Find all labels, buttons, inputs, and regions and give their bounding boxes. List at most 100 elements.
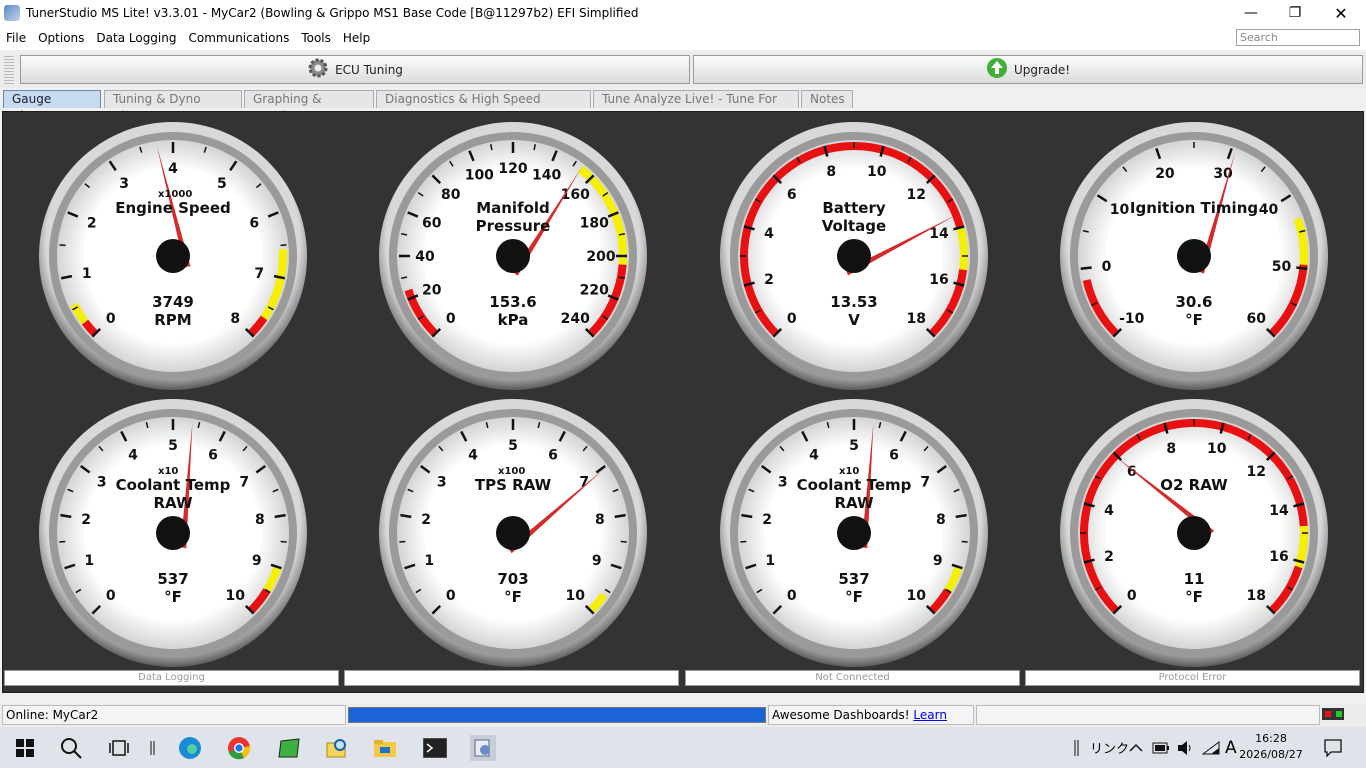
menu-options[interactable]: Options xyxy=(38,31,84,45)
menu-bar: File Options Data Logging Communications… xyxy=(0,26,1366,50)
up-arrow-icon xyxy=(986,57,1008,82)
gauge-tick-label: 9 xyxy=(933,553,943,569)
gauge-minor-tick xyxy=(280,244,287,247)
upgrade-label: Upgrade! xyxy=(1013,62,1071,77)
gauge-tick-label: 2 xyxy=(87,215,97,231)
gauge-engine-speed[interactable]: 0 1 2 3 4 5 6 7 8 x1000 Engine Speed 3749 RPM xyxy=(38,121,308,391)
progress-fill xyxy=(349,708,765,722)
gauge-tick-label: 7 xyxy=(920,474,930,490)
gauge-tick-label: 4 xyxy=(168,161,178,177)
tab-diagnostics[interactable]: Diagnostics & High Speed Loggers xyxy=(376,90,591,123)
gauge-hub xyxy=(156,516,190,550)
gauge-tick-label: 8 xyxy=(826,164,836,180)
gauge-title: O2 RAW xyxy=(1160,476,1228,494)
gauge-tick-label: 4 xyxy=(764,226,774,242)
upgrade-button[interactable]: Upgrade! xyxy=(693,55,1363,84)
tab-notes[interactable]: Notes xyxy=(801,90,853,108)
gauge-value: 13.53 xyxy=(830,293,878,311)
toolbar-grip[interactable] xyxy=(4,56,14,84)
gauge-tick-label: 6 xyxy=(249,215,259,231)
gauge-tps-raw[interactable]: 0 1 2 3 4 5 6 7 8 9 10 x100 TPS RAW 703 °F xyxy=(378,398,648,668)
battery-icon[interactable] xyxy=(1152,727,1170,768)
gauge-tick-label: 9 xyxy=(592,553,602,569)
gauge-tick-label: 5 xyxy=(217,176,227,192)
gauge-coolant-temp-raw[interactable]: 0 1 2 3 4 5 6 7 8 9 10 x10 Coolant Temp RAW 537 °F xyxy=(38,398,308,668)
gauge-dial: 012345678910 xyxy=(379,399,647,667)
gauge-hub xyxy=(837,516,871,550)
gauge-coolant-temp-raw-2[interactable]: 0 1 2 3 4 5 6 7 8 9 10 x10 Coolant Temp RAW 537 °F xyxy=(719,398,989,668)
gauge-tick-label: 1 xyxy=(84,553,94,569)
menu-data-logging[interactable]: Data Logging xyxy=(96,31,176,45)
volume-icon[interactable] xyxy=(1176,727,1194,768)
gauge-tick-label: 200 xyxy=(586,249,615,265)
gauge-hub xyxy=(1177,239,1211,273)
ecu-tuning-label: ECU Tuning xyxy=(335,62,403,77)
gauge-tick-label: 2 xyxy=(1104,549,1114,565)
title-bar: TunerStudio MS Lite! v3.3.01 - MyCar2 (B… xyxy=(0,0,1366,26)
gauge-tick-label: 6 xyxy=(889,448,899,464)
gauge-tick-label: 7 xyxy=(579,474,589,490)
gauge-tick-label: 14 xyxy=(1269,503,1289,519)
chevron-up-icon[interactable] xyxy=(1129,727,1143,768)
tray-links-label[interactable]: リンク xyxy=(1090,727,1129,768)
gauge-tick-label: 6 xyxy=(208,448,218,464)
menu-tools[interactable]: Tools xyxy=(301,31,331,45)
ime-indicator[interactable]: A xyxy=(1225,727,1237,768)
search-icon[interactable] xyxy=(58,735,84,761)
maximize-button[interactable]: ❐ xyxy=(1272,0,1318,26)
ecu-tuning-button[interactable]: ECU Tuning xyxy=(20,55,690,84)
close-button[interactable]: ✕ xyxy=(1318,0,1364,26)
file-search-icon[interactable] xyxy=(324,735,350,761)
gauge-unit: kPa xyxy=(497,311,529,329)
tunerstudio-taskbar-icon[interactable] xyxy=(470,735,496,761)
gauge-dial: 012345678910 xyxy=(39,399,307,667)
gauge-tick-label: 10 xyxy=(867,164,887,180)
taskbar-separator-icon xyxy=(140,735,166,761)
tab-tune-analyze[interactable]: Tune Analyze Live! - Tune For You xyxy=(593,90,799,123)
gauge-unit: °F xyxy=(504,588,522,606)
system-clock[interactable]: 16:28 2026/08/27 xyxy=(1236,731,1306,763)
gauge-unit: V xyxy=(848,311,860,329)
search-input[interactable]: Search xyxy=(1236,29,1360,46)
windows-start-icon[interactable] xyxy=(12,735,38,761)
gauge-tick-label: 20 xyxy=(1155,166,1175,182)
menu-help[interactable]: Help xyxy=(343,31,370,45)
menu-file[interactable]: File xyxy=(6,31,26,45)
edge-browser-icon[interactable] xyxy=(177,735,203,761)
gauge-title: Manifold Pressure xyxy=(475,199,551,235)
gauge-major-tick xyxy=(274,513,286,519)
gauge-dial: 02468 1012141618 xyxy=(720,122,988,390)
gauge-ignition-timing[interactable]: -10 0 10 20 30 40 50 60 Ignition Timing 30.6 °F xyxy=(1059,121,1329,391)
terminal-icon[interactable] xyxy=(422,735,448,761)
gauge-minor-tick xyxy=(59,244,66,247)
notification-icon[interactable] xyxy=(1324,727,1342,768)
notes-app-icon[interactable] xyxy=(276,735,302,761)
gauge-manifold-pressure[interactable]: 0 20 40 60 80 100 120 140 160 180 200 220 240 Manifol… xyxy=(378,121,648,391)
wifi-icon[interactable] xyxy=(1202,727,1220,768)
file-explorer-icon[interactable] xyxy=(372,735,398,761)
gauge-o2-raw[interactable]: 0 2 4 6 8 10 12 14 16 18 O2 RAW 11 °F xyxy=(1059,398,1329,668)
chrome-browser-icon[interactable] xyxy=(226,735,252,761)
gauge-tick-label: 2 xyxy=(762,512,772,528)
task-view-icon[interactable] xyxy=(106,735,132,761)
gauge-title: Battery Voltage xyxy=(821,199,887,235)
gauge-tick-label: 16 xyxy=(1269,549,1288,565)
tab-tuning-dyno[interactable]: Tuning & Dyno Views xyxy=(104,90,242,123)
gauge-tick-label: 100 xyxy=(465,168,494,184)
gauge-tick-label: 3 xyxy=(119,176,129,192)
gauge-cluster: 0 1 2 3 4 5 6 7 8 x1000 Engine Speed 3749 RPM 0 20 40 6… xyxy=(2,111,1364,693)
status-connection: Not Connected xyxy=(685,670,1020,686)
gauge-battery-voltage[interactable]: 0 2 4 6 8 10 12 14 16 18 Battery Voltage 13.53 V xyxy=(719,121,989,391)
gauge-tick-label: 8 xyxy=(595,512,605,528)
gauge-dial: 012345678910 xyxy=(720,399,988,667)
gauge-tick-label: 140 xyxy=(532,168,561,184)
gauge-hub xyxy=(496,516,530,550)
gauge-tick-label: 60 xyxy=(422,215,442,231)
gauge-tick-label: 7 xyxy=(254,266,264,282)
gauge-tick-label: 7 xyxy=(239,474,249,490)
tab-graphing-logging[interactable]: Graphing & Logging xyxy=(244,90,374,123)
minimize-button[interactable]: — xyxy=(1228,0,1274,26)
gauge-tick-label: 1 xyxy=(765,553,775,569)
menu-communications[interactable]: Communications xyxy=(188,31,289,45)
tab-gauge-cluster[interactable]: Gauge Cluster xyxy=(3,90,101,123)
